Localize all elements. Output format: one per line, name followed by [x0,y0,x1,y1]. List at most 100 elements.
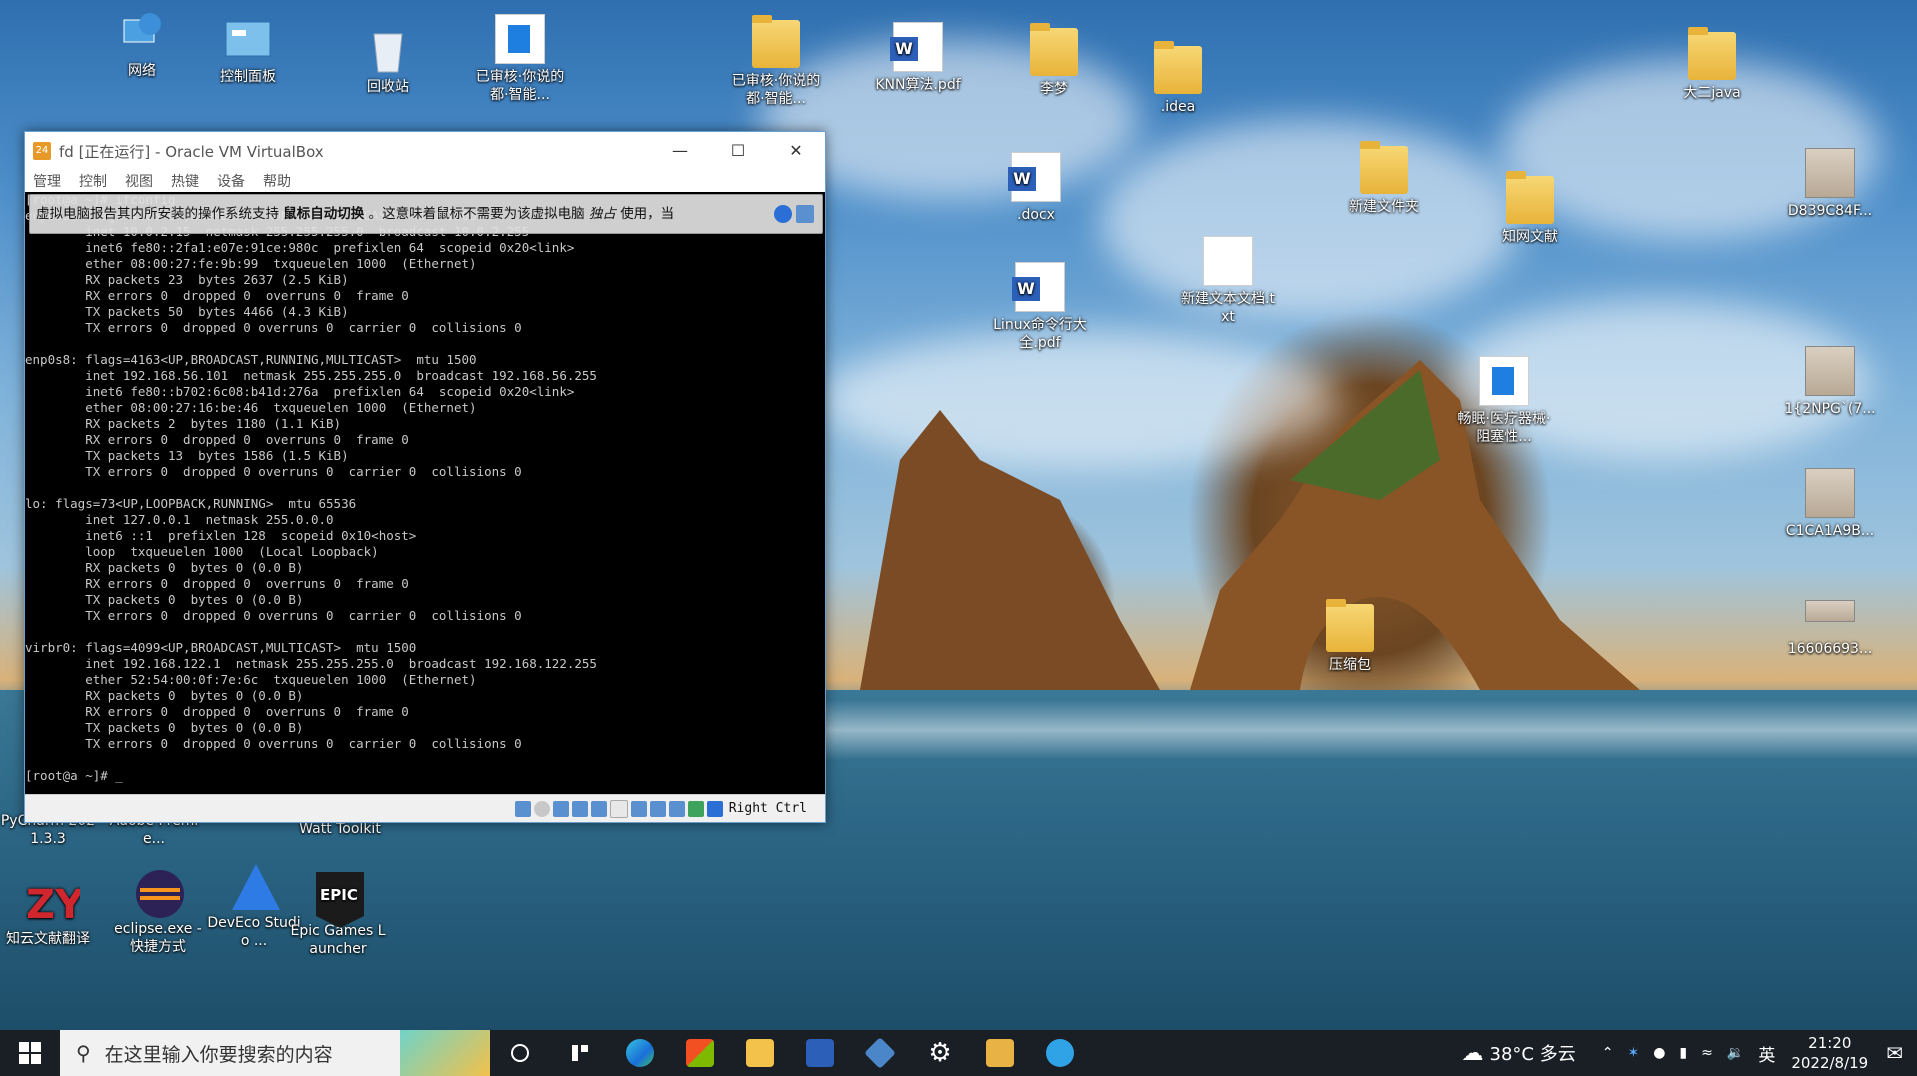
taskbar-app-widgets[interactable] [550,1030,610,1076]
window-titlebar[interactable]: 24 fd [正在运行] - Oracle VM VirtualBox — ☐ … [25,132,825,170]
ime-indicator[interactable]: 英 [1758,1041,1775,1066]
svg-text:EPIC: EPIC [320,886,358,904]
maximize-button[interactable]: ☐ [709,132,767,170]
hdd-icon[interactable] [514,800,531,817]
vm-icon[interactable] [668,800,685,817]
virtualbox-icon [864,1037,896,1069]
text-file-icon [1203,236,1253,286]
folder-icon [752,15,800,68]
terminal-line: RX packets 2 bytes 1180 (1.1 KiB) [25,416,342,431]
desktop-icon-cnki[interactable]: 知网文献 [1482,171,1578,246]
desktop-icon-zhiyun[interactable]: ZY 知云文献翻译 [0,878,96,948]
show-hidden-icons-icon[interactable]: ⌃ [1602,1045,1614,1061]
desktop-icon-image-1[interactable]: D839C84F... [1782,148,1878,220]
menu-control[interactable]: 控制 [79,171,107,191]
desktop-icon-archive[interactable]: 压缩包 [1302,599,1398,674]
terminal-line: RX errors 0 dropped 0 overruns 0 frame 0 [25,432,409,447]
menu-hotkeys[interactable]: 热键 [171,171,199,191]
wifi-icon[interactable]: ≈ [1701,1045,1713,1061]
desktop-icon-file-1[interactable]: 已审核·你说的都·智能... [472,14,568,104]
desktop-icon-image-2[interactable]: 1{2NPG`(7... [1782,346,1878,418]
desktop-icon-control-panel[interactable]: 控制面板 [200,16,296,86]
windows-icon [19,1042,41,1064]
qq-icon[interactable]: ● [1653,1045,1665,1061]
taskbar-app-virtualbox[interactable] [850,1030,910,1076]
desktop-icon-recycle-bin[interactable]: 回收站 [340,26,436,96]
close-button[interactable]: ✕ [767,132,825,170]
desktop-icon-docx[interactable]: .docx [988,152,1084,224]
desktop-icon-label: 网络 [128,63,156,79]
desktop-icon-java[interactable]: 大二java [1664,27,1760,102]
desktop-icon-linux-pdf[interactable]: Linux命令行大全.pdf [992,262,1088,352]
display-icon[interactable] [630,800,647,817]
menu-help[interactable]: 帮助 [263,171,291,191]
taskbar-search-box[interactable]: ⚲ 在这里输入你要搜索的内容 [60,1030,490,1076]
terminal[interactable]: [root@a ~]# ifconfigenp0s3: flags=4163<U… [25,192,825,794]
recycle-bin-icon [364,26,412,74]
desktop-icon-file-2[interactable]: 畅眠·医疗器械·阻塞性... [1456,356,1552,446]
task-view-button[interactable] [490,1030,550,1076]
desktop-icon-label: Linux命令行大全.pdf [993,317,1087,351]
minimize-button[interactable]: — [651,132,709,170]
notice-close-icon[interactable] [774,205,792,223]
recording-icon[interactable] [649,800,666,817]
taskbar-app-9[interactable] [1030,1030,1090,1076]
system-tray: ☁ 38°C 多云 ⌃ ✶ ● ▮ ≈ 🔉 英 21:20 2022/8/19 … [1462,1030,1917,1076]
image-icon [1805,600,1855,622]
desktop-icon-image-3[interactable]: C1CA1A9B... [1782,468,1878,540]
volume-icon[interactable]: 🔉 [1727,1045,1744,1061]
bluetooth-icon[interactable]: ✶ [1627,1045,1639,1061]
guest-additions-icon[interactable] [687,800,704,817]
desktop-icon-idea[interactable]: .idea [1130,41,1226,116]
virtualbox-window[interactable]: 24 fd [正在运行] - Oracle VM VirtualBox — ☐ … [24,131,826,823]
desktop-icon-new-folder[interactable]: 新建文件夹 [1336,141,1432,216]
desktop-icon-limeng[interactable]: 李梦 [1006,23,1102,98]
shared-folders-icon[interactable] [609,799,628,818]
desktop-icon-folder-1[interactable]: 已审核·你说的都·智能... [728,15,824,108]
menu-devices[interactable]: 设备 [217,171,245,191]
folder-icon [1360,141,1408,194]
taskbar-app-edge[interactable] [610,1030,670,1076]
clock[interactable]: 21:20 2022/8/19 [1791,1033,1868,1073]
folder-icon [1030,23,1078,76]
desktop-icon-label: C1CA1A9B... [1785,523,1875,539]
taskbar-app-settings[interactable]: ⚙ [910,1030,970,1076]
desktop-icon-network[interactable]: 网络 [94,10,190,80]
terminal-line: inet 127.0.0.1 netmask 255.0.0.0 [25,512,334,527]
terminal-line: inet6 fe80::b702:6c08:b41d:276a prefixle… [25,384,575,399]
weather-icon[interactable]: ☁ [1462,1041,1484,1066]
taskbar-app-store[interactable] [670,1030,730,1076]
network-adapter-icon[interactable] [571,800,588,817]
word-icon [890,22,943,72]
terminal-line: TX packets 0 bytes 0 (0.0 B) [25,720,304,735]
desktop: 网络 控制面板 回收站 已审核·你说的都·智能... 已审核·你说的都·智能..… [0,0,1917,1030]
task-view-icon [511,1044,529,1062]
desktop-icon-label: 已审核·你说的都·智能... [475,69,565,103]
battery-icon[interactable]: ▮ [1679,1045,1687,1061]
zhiyun-icon: ZY [24,878,85,928]
menu-manage[interactable]: 管理 [33,171,61,191]
desktop-icon-image-4[interactable]: 16606693... [1782,586,1878,658]
desktop-icon-label: 知网文献 [1502,229,1558,245]
app-icon [986,1039,1014,1067]
menu-view[interactable]: 视图 [125,171,153,191]
notification-icon[interactable]: ✉ [1886,1041,1903,1065]
taskbar-app-8[interactable] [970,1030,1030,1076]
desktop-icon-epic-games[interactable]: EPIC Epic Games Launcher [288,870,388,958]
optical-drive-icon[interactable] [533,800,550,817]
audio-icon[interactable] [552,800,569,817]
taskbar-app-file-explorer[interactable] [730,1030,790,1076]
weather-text[interactable]: 38°C 多云 [1490,1040,1576,1066]
terminal-line: ether 08:00:27:16:be:46 txqueuelen 1000 … [25,400,477,415]
taskbar-app-word[interactable] [790,1030,850,1076]
usb-icon[interactable] [590,800,607,817]
start-button[interactable] [0,1030,60,1076]
desktop-icon-new-txt[interactable]: 新建文本文档.txt [1180,236,1276,326]
clock-time: 21:20 [1808,1034,1852,1052]
desktop-icon-eclipse[interactable]: eclipse.exe - 快捷方式 [110,868,206,956]
desktop-icon-label: 新建文件夹 [1349,199,1419,215]
keyboard-capture-icon[interactable] [706,800,723,817]
desktop-icon-knn-pdf[interactable]: KNN算法.pdf [870,22,966,94]
notice-dismiss-icon[interactable] [796,205,814,223]
